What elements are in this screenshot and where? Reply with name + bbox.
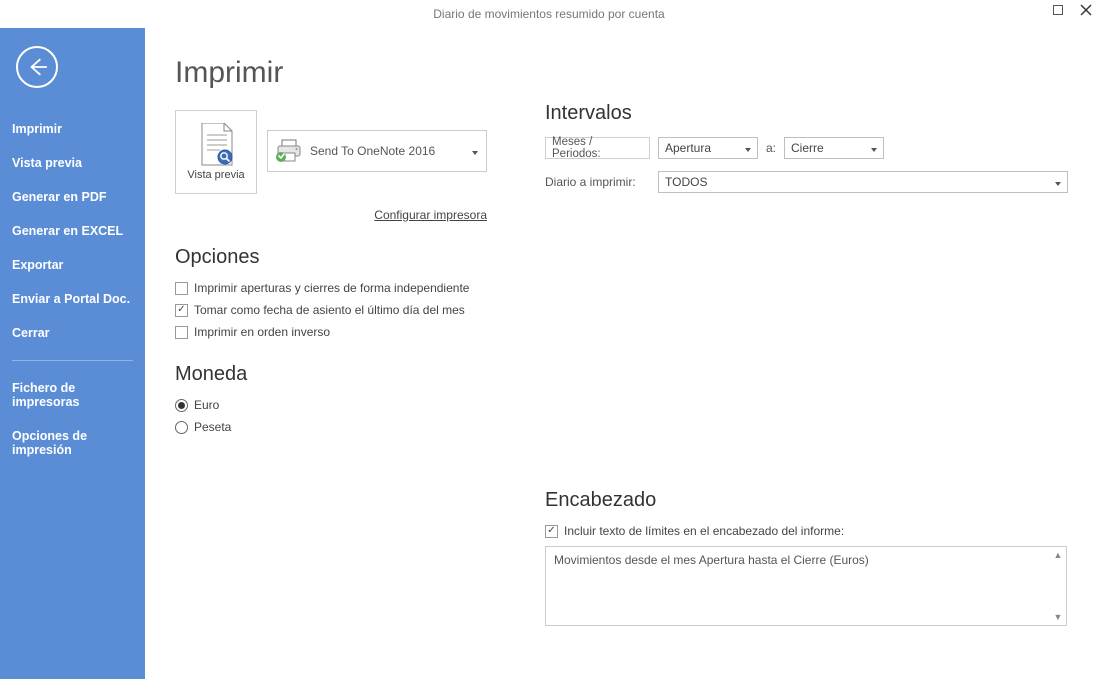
option-label: Incluir texto de límites en el encabezad… — [564, 524, 844, 538]
checkbox-icon — [175, 326, 188, 339]
sidebar-item-label: Vista previa — [12, 156, 82, 170]
sidebar-item-printer-file[interactable]: Fichero de impresoras — [0, 371, 145, 419]
checkbox-icon — [545, 525, 558, 538]
sidebar: Imprimir Vista previa Generar en PDF Gen… — [0, 28, 145, 679]
preview-button[interactable]: Vista previa — [175, 110, 257, 194]
diary-dropdown[interactable]: TODOS — [658, 171, 1068, 193]
title-bar: Diario de movimientos resumido por cuent… — [0, 0, 1098, 28]
radio-label: Euro — [194, 398, 219, 412]
currency-peseta[interactable]: Peseta — [175, 420, 545, 434]
option-label: Imprimir aperturas y cierres de forma in… — [194, 281, 469, 295]
sidebar-item-export[interactable]: Exportar — [0, 248, 145, 282]
currency-euro[interactable]: Euro — [175, 398, 545, 412]
scroll-down-icon[interactable]: ▼ — [1051, 610, 1065, 624]
option-reverse-order[interactable]: Imprimir en orden inverso — [175, 325, 545, 339]
sidebar-item-label: Exportar — [12, 258, 63, 272]
chevron-down-icon — [466, 144, 478, 158]
chevron-down-icon — [1049, 175, 1061, 189]
sidebar-item-close[interactable]: Cerrar — [0, 316, 145, 350]
currency-heading: Moneda — [175, 363, 545, 386]
maximize-icon[interactable] — [1052, 4, 1064, 16]
sidebar-item-label: Opciones de impresión — [12, 429, 87, 457]
radio-icon — [175, 421, 188, 434]
radio-label: Peseta — [194, 420, 231, 434]
preview-button-label: Vista previa — [187, 169, 244, 181]
close-icon[interactable] — [1080, 4, 1092, 16]
back-button[interactable] — [16, 46, 58, 88]
checkbox-icon — [175, 282, 188, 295]
document-preview-icon — [198, 123, 234, 165]
diary-label: Diario a imprimir: — [545, 175, 650, 189]
sidebar-item-label: Fichero de impresoras — [12, 381, 79, 409]
option-label: Tomar como fecha de asiento el último dí… — [194, 303, 465, 317]
sidebar-item-label: Cerrar — [12, 326, 50, 340]
include-limits-text[interactable]: Incluir texto de límites en el encabezad… — [545, 524, 1068, 538]
dropdown-value: Cierre — [791, 141, 824, 155]
radio-icon — [175, 399, 188, 412]
content-area: Imprimir — [145, 28, 1098, 679]
dropdown-value: TODOS — [665, 175, 707, 189]
sidebar-item-generate-pdf[interactable]: Generar en PDF — [0, 180, 145, 214]
sidebar-item-print-options[interactable]: Opciones de impresión — [0, 419, 145, 467]
page-title: Imprimir — [175, 56, 1068, 90]
sidebar-item-label: Generar en PDF — [12, 190, 106, 204]
printer-icon — [276, 139, 302, 163]
checkbox-icon — [175, 304, 188, 317]
header-heading: Encabezado — [545, 489, 1068, 512]
intervals-heading: Intervalos — [545, 102, 1068, 125]
sidebar-item-label: Generar en EXCEL — [12, 224, 123, 238]
sidebar-item-label: Enviar a Portal Doc. — [12, 292, 130, 306]
chevron-down-icon — [739, 141, 751, 155]
to-period-dropdown[interactable]: Cierre — [784, 137, 884, 159]
sidebar-item-print[interactable]: Imprimir — [0, 112, 145, 146]
option-print-openings-closings[interactable]: Imprimir aperturas y cierres de forma in… — [175, 281, 545, 295]
to-separator: a: — [766, 141, 776, 155]
from-period-dropdown[interactable]: Apertura — [658, 137, 758, 159]
options-heading: Opciones — [175, 246, 545, 269]
window-title: Diario de movimientos resumido por cuent… — [0, 7, 1098, 21]
configure-printer-link[interactable]: Configurar impresora — [175, 208, 487, 222]
months-periods-label: Meses / Periodos: — [545, 137, 650, 159]
arrow-left-icon — [26, 56, 48, 78]
sidebar-item-send-portal[interactable]: Enviar a Portal Doc. — [0, 282, 145, 316]
scroll-up-icon[interactable]: ▲ — [1051, 548, 1065, 562]
option-label: Imprimir en orden inverso — [194, 325, 330, 339]
option-last-day-date[interactable]: Tomar como fecha de asiento el último dí… — [175, 303, 545, 317]
sidebar-separator — [12, 360, 133, 361]
dropdown-value: Apertura — [665, 141, 711, 155]
sidebar-item-label: Imprimir — [12, 122, 62, 136]
printer-select-value: Send To OneNote 2016 — [310, 144, 435, 158]
printer-select[interactable]: Send To OneNote 2016 — [267, 130, 487, 172]
sidebar-item-preview[interactable]: Vista previa — [0, 146, 145, 180]
sidebar-item-generate-excel[interactable]: Generar en EXCEL — [0, 214, 145, 248]
chevron-down-icon — [865, 141, 877, 155]
header-text-input[interactable]: Movimientos desde el mes Apertura hasta … — [545, 546, 1067, 626]
